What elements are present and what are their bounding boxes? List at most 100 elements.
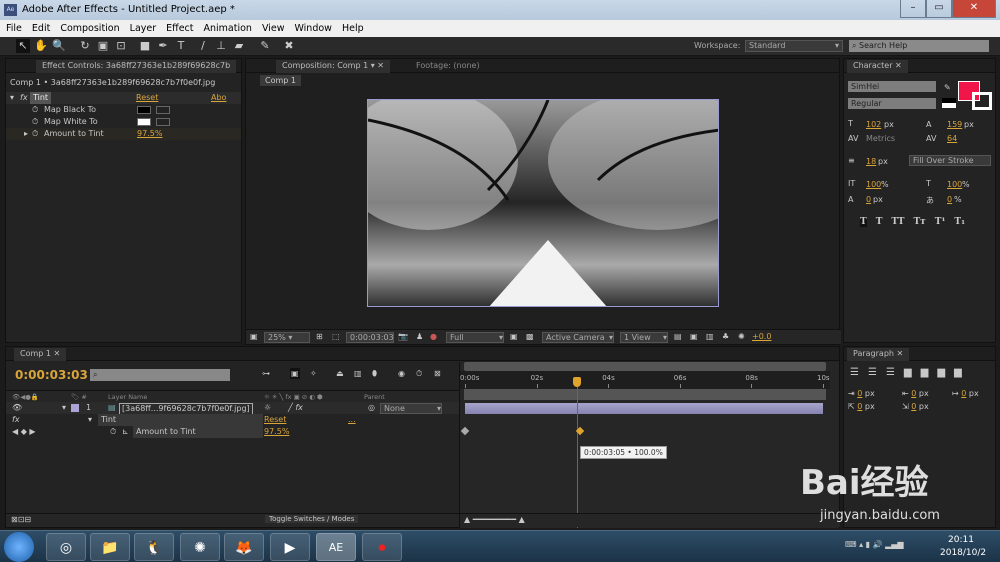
text-style-button[interactable]: T xyxy=(876,217,883,227)
workspace-select[interactable]: Standard ▾ xyxy=(745,40,843,52)
taskbar-after-effects-icon[interactable]: AE xyxy=(316,533,356,561)
playhead-handle[interactable] xyxy=(573,377,582,387)
property-value[interactable]: 97.5% xyxy=(264,426,289,438)
fx-icon[interactable]: fx xyxy=(20,92,28,104)
parent-select[interactable]: None ▾ xyxy=(380,403,442,414)
fast-preview-icon[interactable]: ▣ xyxy=(690,332,698,341)
kerning-value[interactable]: Metrics xyxy=(866,134,895,143)
layer-row[interactable]: 👁 ▾ 1 ▤ [3a68ff...9f69628c7b7f0e0f.jpg] … xyxy=(6,402,459,415)
magnification-select[interactable]: 25% ▾ xyxy=(264,332,310,343)
expand-icon[interactable]: ▾ xyxy=(88,414,92,426)
frame-blending-icon[interactable]: ▥ xyxy=(354,369,362,378)
justify-last-left-icon[interactable]: ▆ xyxy=(904,367,912,378)
flowchart-icon[interactable]: ♣ xyxy=(722,332,729,341)
amount-value[interactable]: 97.5% xyxy=(137,128,162,140)
expand-icon[interactable]: ▾ xyxy=(10,92,14,104)
color-swatch-white[interactable] xyxy=(137,118,151,126)
pixel-aspect-icon[interactable]: ▤ xyxy=(674,332,682,341)
menu-view[interactable]: View xyxy=(262,20,285,37)
taskbar-app-icon[interactable]: ▶ xyxy=(270,533,310,561)
reset-link[interactable]: Reset xyxy=(264,414,286,426)
toggle-switches-modes-button[interactable]: Toggle Switches / Modes xyxy=(265,515,359,523)
fx-switch-icon[interactable]: ╱ fx xyxy=(288,402,303,414)
start-button[interactable] xyxy=(4,532,34,562)
justify-all-icon[interactable]: ▆ xyxy=(954,367,962,378)
tray-icons[interactable]: ⌨ ▴ ▮ 🔊 ▂▄▆ xyxy=(845,540,904,549)
stroke-color-swatch[interactable] xyxy=(972,92,992,110)
text-style-button[interactable]: T¹ xyxy=(935,217,946,227)
tab-effect-controls[interactable]: Effect Controls: 3a68ff27363e1b289f69628… xyxy=(36,60,237,73)
taskbar-record-icon[interactable]: ⏺ xyxy=(362,533,402,561)
vertical-scale-value[interactable]: 100 xyxy=(866,180,881,189)
stopwatch-icon[interactable]: ⏱ xyxy=(110,426,116,438)
comp-viewer-image[interactable] xyxy=(367,99,719,307)
close-button[interactable]: ✕ xyxy=(952,0,996,18)
tab-footage[interactable]: Footage: (none) xyxy=(416,59,480,73)
stroke-mode-select[interactable]: Fill Over Stroke xyxy=(909,155,991,166)
menu-layer[interactable]: Layer xyxy=(130,20,157,37)
tab-character[interactable]: Character ✕ xyxy=(847,60,908,73)
minimize-button[interactable]: – xyxy=(900,0,926,18)
justify-last-center-icon[interactable]: ▆ xyxy=(921,367,929,378)
maximize-button[interactable]: ▭ xyxy=(926,0,952,18)
view-layout-select[interactable]: 1 View ▾ xyxy=(620,332,668,343)
graph-editor-icon[interactable]: ⊠ xyxy=(434,369,441,378)
shy-switch-icon[interactable]: ☼ xyxy=(264,402,271,414)
exposure-value[interactable]: +0.0 xyxy=(752,332,771,341)
stroke-width-value[interactable]: 18 xyxy=(866,157,876,166)
menu-composition[interactable]: Composition xyxy=(60,20,119,37)
color-swatch-black[interactable] xyxy=(137,106,151,114)
rectangle-tool-icon[interactable]: ■ xyxy=(138,39,152,53)
auto-keyframe-icon[interactable]: ⏱ xyxy=(416,369,422,379)
comp-subtab[interactable]: Comp 1 xyxy=(260,75,301,86)
font-family-select[interactable]: SimHei xyxy=(848,81,936,92)
menu-window[interactable]: Window xyxy=(294,20,331,37)
keyframe-navigator-icon[interactable]: ◀ ◆ ▶ xyxy=(12,426,36,438)
rotate-tool-icon[interactable]: ↻ xyxy=(78,39,92,53)
comp-mini-flowchart-icon[interactable]: ⊶ xyxy=(262,369,270,378)
visibility-icon[interactable]: 👁 xyxy=(12,402,22,414)
draft-3d-icon[interactable]: ✧ xyxy=(310,369,317,378)
stopwatch-icon[interactable]: ⏱ xyxy=(32,116,38,128)
fit-icon[interactable]: ⊞ xyxy=(316,332,323,341)
font-size-value[interactable]: 102 xyxy=(866,120,881,129)
resolution-select[interactable]: Full ▾ xyxy=(446,332,504,343)
expand-icon[interactable]: ▾ xyxy=(62,402,66,414)
shy-icon[interactable]: ⏏ xyxy=(336,369,344,378)
menu-edit[interactable]: Edit xyxy=(32,20,50,37)
playhead[interactable] xyxy=(577,377,579,528)
pen-tool-icon[interactable]: ✒ xyxy=(156,39,170,53)
show-snapshot-icon[interactable]: ♟ xyxy=(416,332,423,341)
options-link[interactable]: ... xyxy=(348,414,356,426)
eraser-tool-icon[interactable]: ▰ xyxy=(232,39,246,53)
tsume-value[interactable]: 0 xyxy=(947,195,952,204)
hand-tool-icon[interactable]: ✋ xyxy=(34,39,48,53)
graph-icon[interactable]: ⊾ xyxy=(122,426,129,438)
always-preview-icon[interactable]: ▣ xyxy=(250,332,258,341)
tab-comp-1[interactable]: Comp 1 ✕ xyxy=(14,348,67,361)
eyedropper-icon[interactable]: ✎ xyxy=(944,83,951,92)
text-style-button[interactable]: TT xyxy=(891,217,904,227)
align-left-icon[interactable]: ☰ xyxy=(850,367,859,378)
roto-brush-tool-icon[interactable]: ✎ xyxy=(258,39,272,53)
roi-icon[interactable]: ▣ xyxy=(510,332,518,341)
zoom-slider[interactable]: ▲ ━━━━━━━━━ ▲ xyxy=(460,513,840,527)
motion-blur-icon[interactable]: ⬮ xyxy=(372,369,377,379)
clone-stamp-tool-icon[interactable]: ⊥ xyxy=(214,39,228,53)
black-white-swatch[interactable] xyxy=(942,98,956,108)
type-tool-icon[interactable]: T xyxy=(174,39,188,53)
menu-help[interactable]: Help xyxy=(342,20,364,37)
pan-behind-tool-icon[interactable]: ⊡ xyxy=(114,39,128,53)
expand-icon[interactable]: ▸ xyxy=(24,128,28,140)
current-time-display[interactable]: 0:00:03:03 xyxy=(346,332,394,343)
camera-select[interactable]: Active Camera ▾ xyxy=(542,332,614,343)
effect-name[interactable]: Tint xyxy=(98,414,263,426)
baseline-shift-value[interactable]: 0 xyxy=(866,195,871,204)
about-link[interactable]: Abo xyxy=(211,92,226,104)
selection-tool-icon[interactable]: ↖ xyxy=(16,39,30,53)
time-ruler[interactable]: 0:00s 02s 04s 06s 08s 10s xyxy=(460,371,830,389)
brush-tool-icon[interactable]: / xyxy=(196,39,210,53)
taskbar-qq-icon[interactable]: 🐧 xyxy=(134,533,174,561)
font-style-select[interactable]: Regular xyxy=(848,98,936,109)
pickwhip-icon[interactable]: ◎ xyxy=(368,402,375,414)
